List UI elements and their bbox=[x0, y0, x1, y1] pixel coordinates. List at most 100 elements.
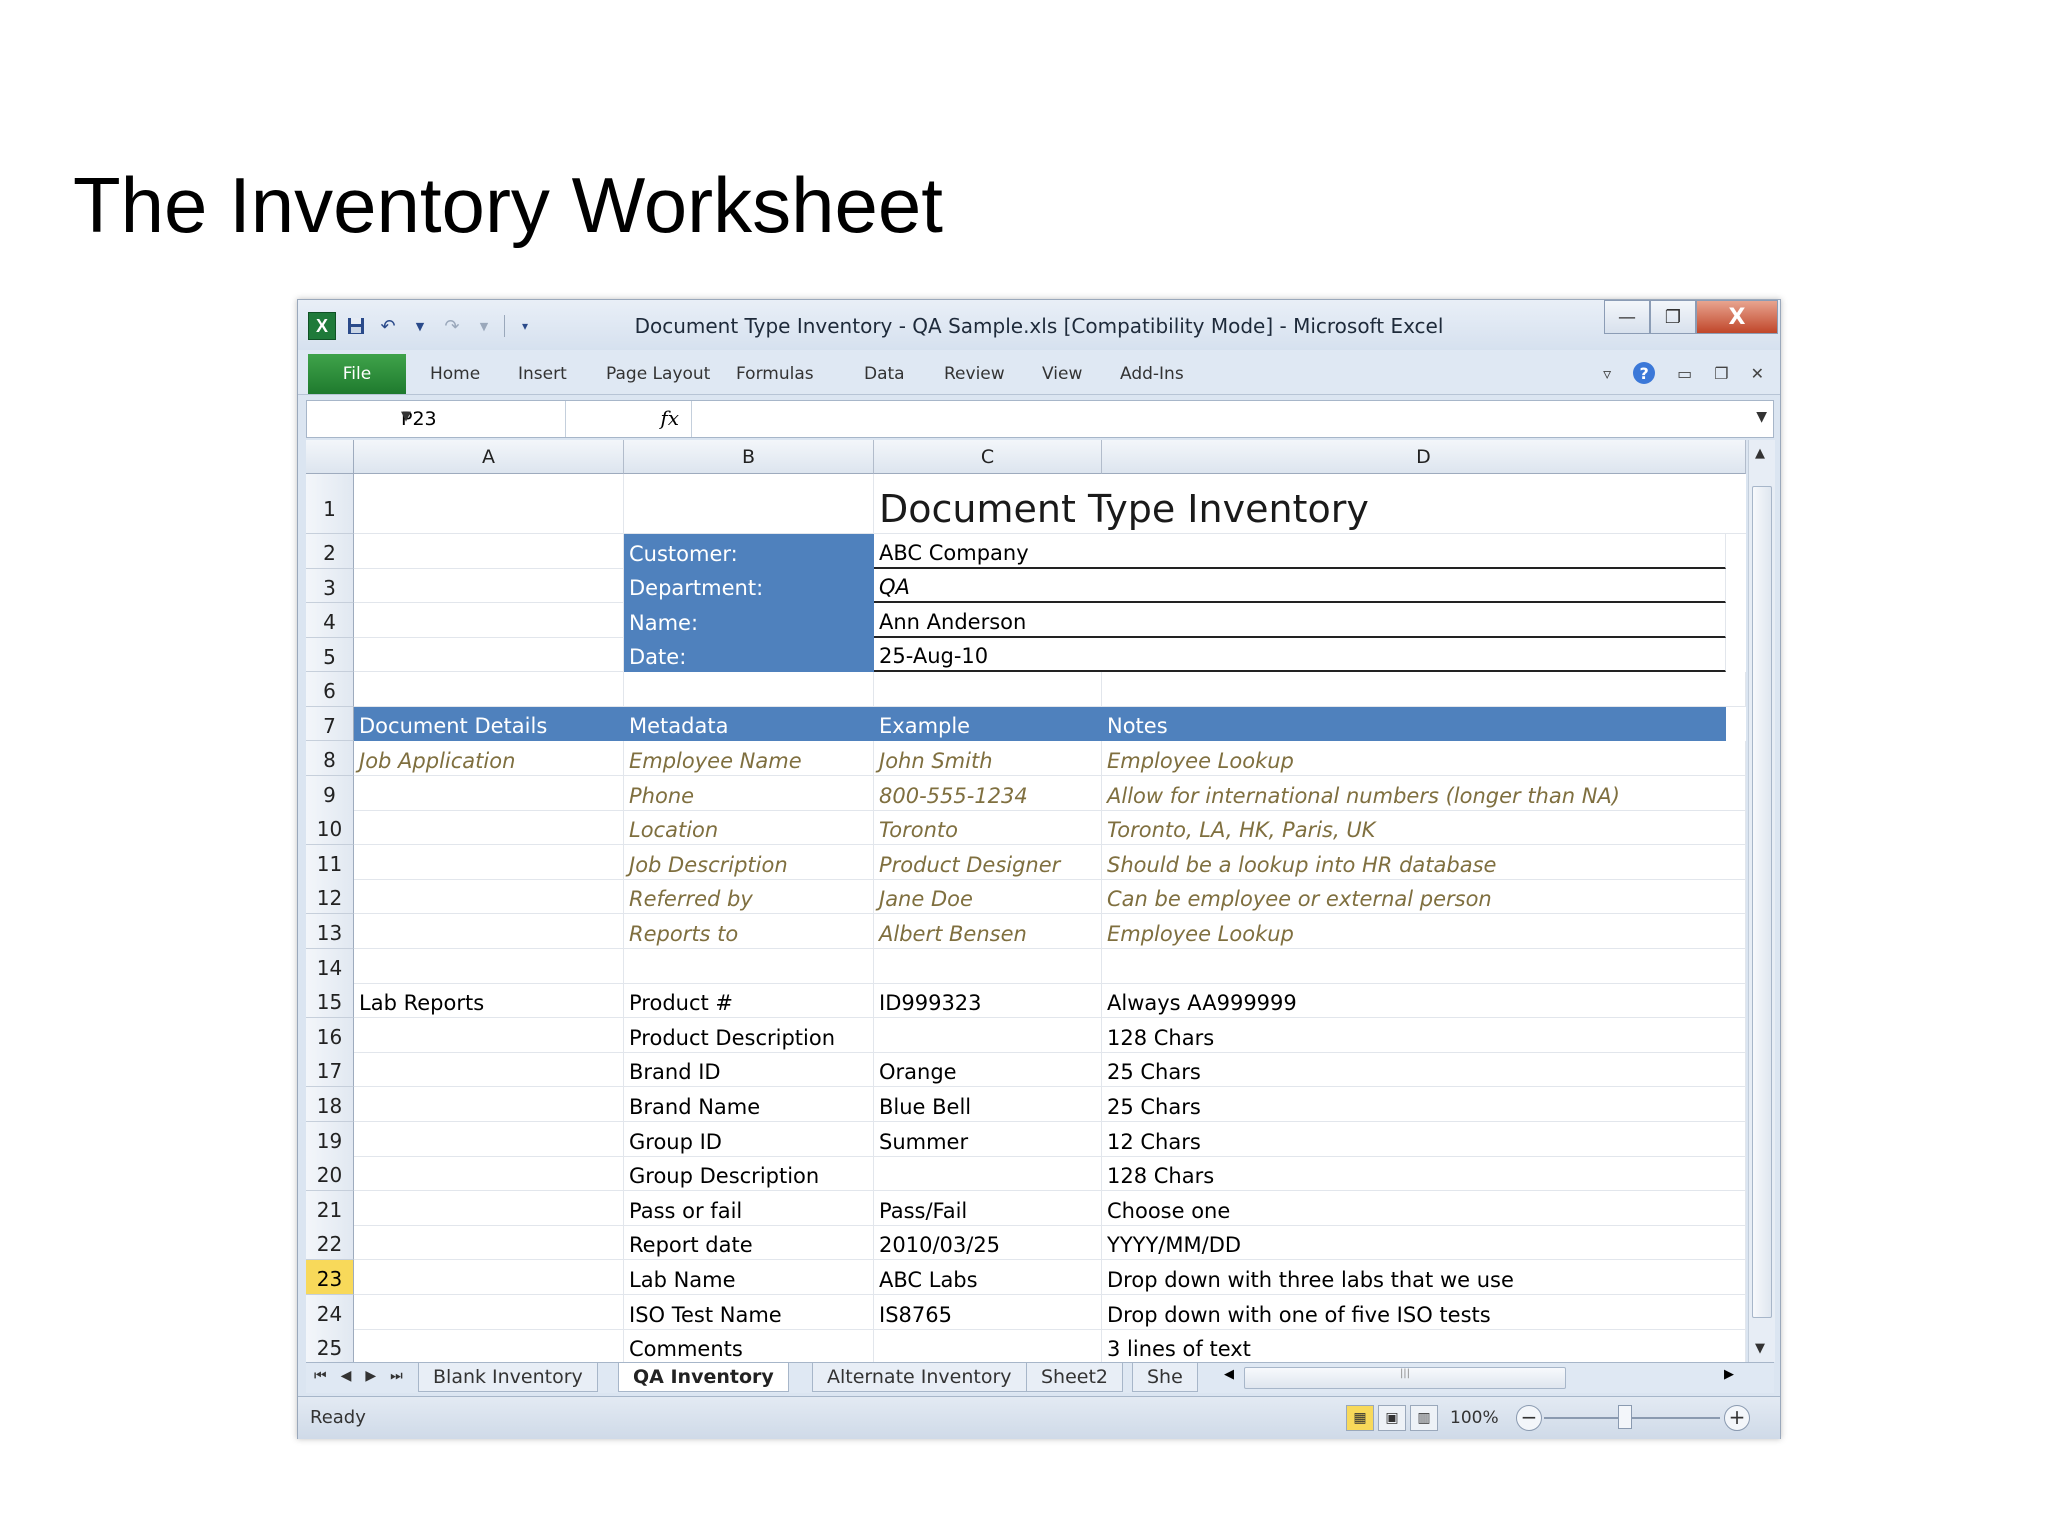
horizontal-scrollbar[interactable]: ◀ ||| ▶ bbox=[1224, 1367, 1744, 1389]
row-header[interactable]: 17 bbox=[306, 1052, 354, 1087]
cell-b15[interactable]: Product # bbox=[624, 983, 874, 1018]
cell-c2[interactable]: ABC Company bbox=[874, 534, 1726, 569]
column-header-b[interactable]: B bbox=[624, 440, 874, 474]
sheet-tab-blank-inventory[interactable]: Blank Inventory bbox=[418, 1363, 598, 1392]
tab-add-ins[interactable]: Add-Ins bbox=[1120, 364, 1184, 384]
scrollbar-thumb[interactable]: ||| bbox=[1244, 1367, 1566, 1389]
cell-a12[interactable] bbox=[354, 879, 624, 914]
row-header[interactable]: 2 bbox=[306, 534, 354, 569]
cell-a2[interactable] bbox=[354, 534, 624, 569]
cell-a23[interactable] bbox=[354, 1260, 624, 1295]
cell-d8[interactable]: Employee Lookup bbox=[1102, 741, 1746, 776]
cell-c5[interactable]: 25-Aug-10 bbox=[874, 638, 1726, 672]
cell-c20[interactable] bbox=[874, 1156, 1102, 1191]
cell-d13[interactable]: Employee Lookup bbox=[1102, 914, 1746, 949]
header-metadata[interactable]: Metadata bbox=[624, 707, 874, 741]
cell-c13[interactable]: Albert Bensen bbox=[874, 914, 1102, 949]
cell-c14[interactable] bbox=[874, 949, 1102, 984]
cell-d20[interactable]: 128 Chars bbox=[1102, 1156, 1746, 1191]
row-header[interactable]: 24 bbox=[306, 1295, 354, 1330]
row-header[interactable]: 4 bbox=[306, 603, 354, 638]
tab-data[interactable]: Data bbox=[864, 364, 905, 384]
cell-c8[interactable]: John Smith bbox=[874, 741, 1102, 776]
cell-d23[interactable]: Drop down with three labs that we use bbox=[1102, 1260, 1746, 1295]
cell-b12[interactable]: Referred by bbox=[624, 879, 874, 914]
cell-b9[interactable]: Phone bbox=[624, 776, 874, 811]
cell-c3[interactable]: QA bbox=[874, 569, 1726, 603]
header-notes[interactable]: Notes bbox=[1102, 707, 1726, 741]
cell-b8[interactable]: Employee Name bbox=[624, 741, 874, 776]
cell-d21[interactable]: Choose one bbox=[1102, 1191, 1746, 1226]
cell-b3[interactable]: Department: bbox=[624, 569, 874, 603]
cell-a1[interactable] bbox=[354, 474, 624, 534]
sheet-tab-qa-inventory[interactable]: QA Inventory bbox=[618, 1363, 789, 1392]
row-header[interactable]: 1 bbox=[306, 474, 354, 534]
header-example[interactable]: Example bbox=[874, 707, 1102, 741]
cell-a6[interactable] bbox=[354, 672, 624, 707]
cell-c23[interactable]: ABC Labs bbox=[874, 1260, 1102, 1295]
cell-b2[interactable]: Customer: bbox=[624, 534, 874, 569]
cell-a11[interactable] bbox=[354, 845, 624, 880]
cell-d19[interactable]: 12 Chars bbox=[1102, 1122, 1746, 1157]
last-sheet-icon[interactable]: ⏭ bbox=[390, 1368, 403, 1384]
file-tab[interactable]: File bbox=[308, 354, 406, 394]
scroll-up-icon[interactable]: ▲ bbox=[1755, 446, 1765, 461]
cell-b19[interactable]: Group ID bbox=[624, 1122, 874, 1157]
cell-c21[interactable]: Pass/Fail bbox=[874, 1191, 1102, 1226]
cell-a8[interactable]: Job Application bbox=[354, 741, 624, 776]
cell-d9[interactable]: Allow for international numbers (longer … bbox=[1102, 776, 1746, 811]
row-header[interactable]: 20 bbox=[306, 1156, 354, 1191]
sheet-tab-sheet2[interactable]: Sheet2 bbox=[1026, 1363, 1124, 1392]
cell-a24[interactable] bbox=[354, 1295, 624, 1330]
tab-view[interactable]: View bbox=[1042, 364, 1082, 384]
cell-a14[interactable] bbox=[354, 949, 624, 984]
cell-a10[interactable] bbox=[354, 810, 624, 845]
cell-c4[interactable]: Ann Anderson bbox=[874, 603, 1726, 638]
cell-a25[interactable] bbox=[354, 1329, 624, 1362]
cell-a9[interactable] bbox=[354, 776, 624, 811]
column-header-c[interactable]: C bbox=[874, 440, 1102, 474]
row-header[interactable]: 16 bbox=[306, 1018, 354, 1053]
cell-a5[interactable] bbox=[354, 638, 624, 672]
cell-a3[interactable] bbox=[354, 569, 624, 603]
cell-b1[interactable] bbox=[624, 474, 874, 534]
next-sheet-icon[interactable]: ▶ bbox=[365, 1368, 376, 1384]
sheet-tab-partial[interactable]: She bbox=[1132, 1363, 1198, 1392]
cell-d17[interactable]: 25 Chars bbox=[1102, 1052, 1746, 1087]
row-header[interactable]: 19 bbox=[306, 1122, 354, 1157]
cell-d22[interactable]: YYYY/MM/DD bbox=[1102, 1225, 1746, 1260]
cell-b17[interactable]: Brand ID bbox=[624, 1052, 874, 1087]
cell-b24[interactable]: ISO Test Name bbox=[624, 1295, 874, 1330]
zoom-in-button[interactable]: + bbox=[1724, 1405, 1750, 1431]
cell-c9[interactable]: 800-555-1234 bbox=[874, 776, 1102, 811]
row-header[interactable]: 9 bbox=[306, 776, 354, 811]
cell-d15[interactable]: Always AA999999 bbox=[1102, 983, 1746, 1018]
vertical-scrollbar[interactable]: ▲ ▼ bbox=[1748, 440, 1775, 1362]
cell-d18[interactable]: 25 Chars bbox=[1102, 1087, 1746, 1122]
cell-b23[interactable]: Lab Name bbox=[624, 1260, 874, 1295]
cell-b16[interactable]: Product Description bbox=[624, 1018, 874, 1053]
row-header[interactable]: 12 bbox=[306, 879, 354, 914]
cell-c25[interactable] bbox=[874, 1329, 1102, 1362]
cell-b20[interactable]: Group Description bbox=[624, 1156, 874, 1191]
row-header[interactable]: 13 bbox=[306, 914, 354, 949]
cell-d11[interactable]: Should be a lookup into HR database bbox=[1102, 845, 1746, 880]
cell-c6[interactable] bbox=[874, 672, 1102, 707]
chevron-down-icon[interactable]: ▼ bbox=[401, 409, 553, 424]
row-header[interactable]: 15 bbox=[306, 983, 354, 1018]
cell-b6[interactable] bbox=[624, 672, 874, 707]
tab-home[interactable]: Home bbox=[430, 364, 480, 384]
cell-c16[interactable] bbox=[874, 1018, 1102, 1053]
close-button[interactable]: X bbox=[1696, 300, 1778, 334]
cell-d10[interactable]: Toronto, LA, HK, Paris, UK bbox=[1102, 810, 1746, 845]
restore-button[interactable]: ❐ bbox=[1650, 300, 1696, 334]
cell-d24[interactable]: Drop down with one of five ISO tests bbox=[1102, 1295, 1746, 1330]
tab-review[interactable]: Review bbox=[944, 364, 1005, 384]
cell-a19[interactable] bbox=[354, 1122, 624, 1157]
cell-a17[interactable] bbox=[354, 1052, 624, 1087]
row-header[interactable]: 10 bbox=[306, 810, 354, 845]
row-header[interactable]: 25 bbox=[306, 1329, 354, 1362]
normal-view-icon[interactable]: ▦ bbox=[1346, 1405, 1374, 1431]
zoom-level[interactable]: 100% bbox=[1450, 1408, 1499, 1428]
scroll-left-icon[interactable]: ◀ bbox=[1224, 1367, 1234, 1382]
